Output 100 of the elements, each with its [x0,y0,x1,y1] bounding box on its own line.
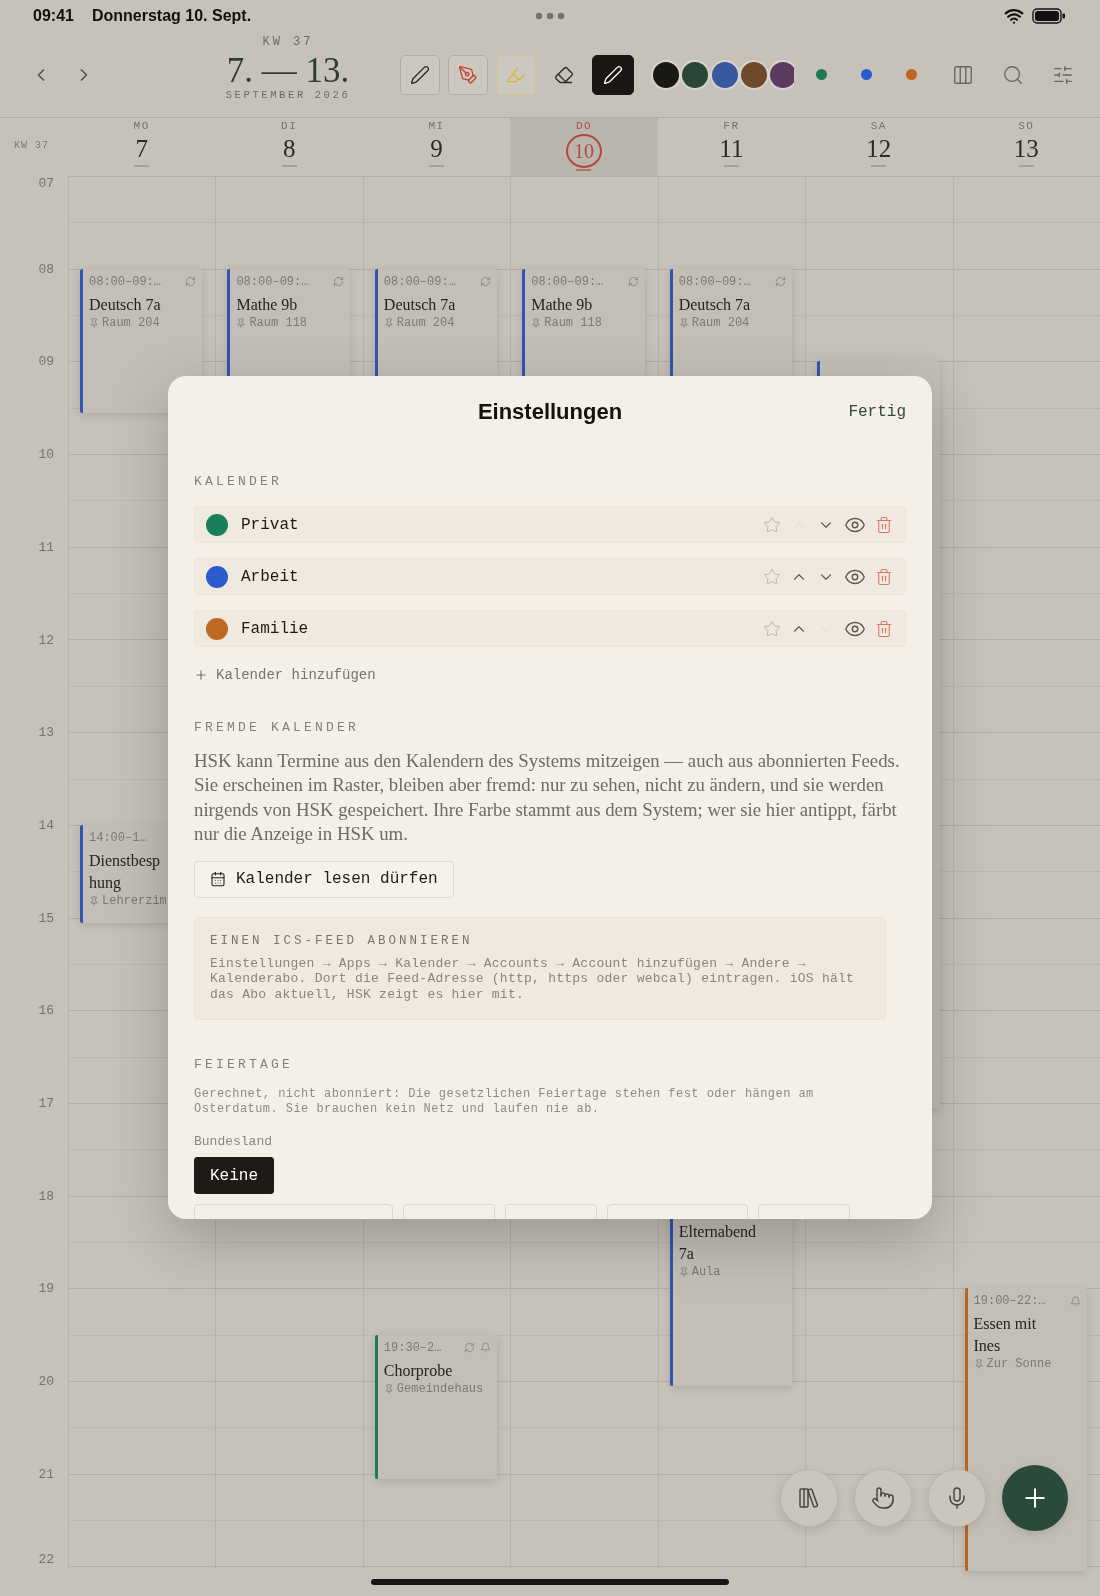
event-time: 08:00–09:… [89,274,161,289]
event-time: 08:00–09:… [678,274,751,289]
touch-mode-button[interactable] [854,1469,912,1527]
calendar-icon [210,871,226,888]
state-option[interactable]: Keine [194,1157,274,1194]
day-header[interactable]: MO 7 [68,118,216,176]
day-header[interactable]: MI 9 [362,118,511,176]
calendar-name: Arbeit [241,567,300,586]
library-button[interactable] [780,1469,838,1527]
location-text: Raum 204 [396,315,455,330]
hour-label: 21 [38,1466,54,1482]
location-text: Raum 204 [691,315,750,330]
hour-label: 22 [38,1551,54,1567]
hour-label: 19 [38,1280,54,1296]
trash-icon[interactable] [875,567,893,586]
day-header[interactable]: SA 12 [805,118,953,176]
location-text: Lehrerzim [102,893,167,908]
trash-icon[interactable] [875,619,893,638]
location-text: Raum 204 [102,315,160,330]
day-header[interactable]: FR 11 [657,118,806,176]
date-range: 7. — 13. [226,50,350,91]
event-time: 19:00–22:… [973,1294,1046,1309]
event-title: Deutsch 7a [383,294,456,315]
pen-icon [458,64,478,85]
day-header[interactable]: DI 8 [215,118,363,176]
books-icon [797,1486,821,1510]
calendar-color-dot[interactable] [206,513,228,536]
color-swatch[interactable] [682,61,709,88]
status-date: Donnerstag 10. Sept. [91,7,252,25]
event-time: 08:00–09:… [383,274,456,289]
hour-label: 12 [38,632,54,647]
status-time: 09:41 [33,7,74,25]
calendar-filter-dot[interactable] [816,69,827,80]
color-swatch[interactable] [740,61,767,88]
hour-label: 15 [38,910,54,926]
color-swatch[interactable] [711,61,738,88]
calendar-row[interactable]: Familie [194,610,906,647]
hour-label: 18 [38,1188,54,1204]
star-icon[interactable] [763,619,781,638]
pin-icon [89,895,99,906]
more-icon[interactable] [534,12,565,20]
info-heading: EINEN ICS-FEED ABONNIEREN [210,933,474,948]
event-title: Essen mit Ines [973,1314,1038,1357]
location-text: Aula [691,1264,721,1279]
hour-label: 14 [38,817,54,833]
hand-icon [871,1486,895,1510]
columns-icon[interactable] [952,63,974,86]
color-swatch[interactable] [770,61,794,88]
hour-label: 09 [38,353,54,369]
day-header[interactable]: SO 13 [952,118,1100,176]
search-icon[interactable] [1002,63,1024,86]
done-button[interactable]: Fertig [848,403,906,421]
hour-label: 16 [38,1002,54,1018]
calendar-name: Privat [241,515,300,534]
hour-label: 17 [38,1095,54,1111]
permission-button[interactable]: Kalender lesen dürfen [194,860,454,898]
pin-icon [89,317,99,328]
event-title: Chorprobe [383,1360,453,1382]
drawing-tool-button[interactable] [592,54,634,95]
pen-icon [410,64,430,85]
calendar-row[interactable]: Privat [194,506,906,543]
calendar-color-dot[interactable] [206,617,228,640]
week-number: KW 37 [262,35,314,49]
calendar-filter-dot[interactable] [906,69,917,80]
location-text: Raum 118 [249,315,308,330]
event-card[interactable]: 08:00–09:… Deutsch 7a Raum 204 [80,268,203,413]
pen-icon [603,64,623,85]
calendar-filter-dot[interactable] [861,69,872,80]
event-title: Deutsch 7a [89,294,161,315]
star-icon[interactable] [763,567,781,586]
week-label: KW 37 [14,139,49,151]
event-title: Elternabend 7a [678,1221,757,1264]
calendar-row[interactable]: Arbeit [194,558,906,595]
field-label: Bundesland [194,1134,273,1149]
event-time: 08:00–09:… [531,274,604,289]
hour-label: 20 [38,1373,54,1389]
star-icon[interactable] [763,515,781,534]
wifi-icon [1004,6,1024,26]
event-card[interactable]: 19:30–2… Chorprobe Gemeindehaus [374,1334,498,1479]
settings-icon[interactable] [1052,63,1074,86]
pin-icon [383,317,394,328]
hour-label: 08 [38,261,54,277]
add-calendar-link[interactable]: Kalender hinzufügen [194,667,376,683]
hour-label: 13 [38,724,54,740]
pin-icon [678,317,689,328]
section-heading: FREMDE KALENDER [194,720,361,735]
location-text: Gemeindehaus [396,1381,484,1396]
eraser-icon [554,64,574,85]
trash-icon[interactable] [875,515,893,534]
hour-label: 07 [38,176,54,191]
color-swatch[interactable] [653,61,679,88]
calendar-color-dot[interactable] [206,565,228,588]
drawing-tool-button[interactable] [400,54,440,95]
pin-icon [678,1266,689,1277]
microphone-button[interactable] [928,1469,986,1527]
section-heading: FEIERTAGE [194,1057,294,1072]
pin-icon [383,1383,394,1394]
calendar-name: Familie [241,619,310,638]
pin-icon [973,1359,984,1370]
section-heading: KALENDER [194,474,283,489]
